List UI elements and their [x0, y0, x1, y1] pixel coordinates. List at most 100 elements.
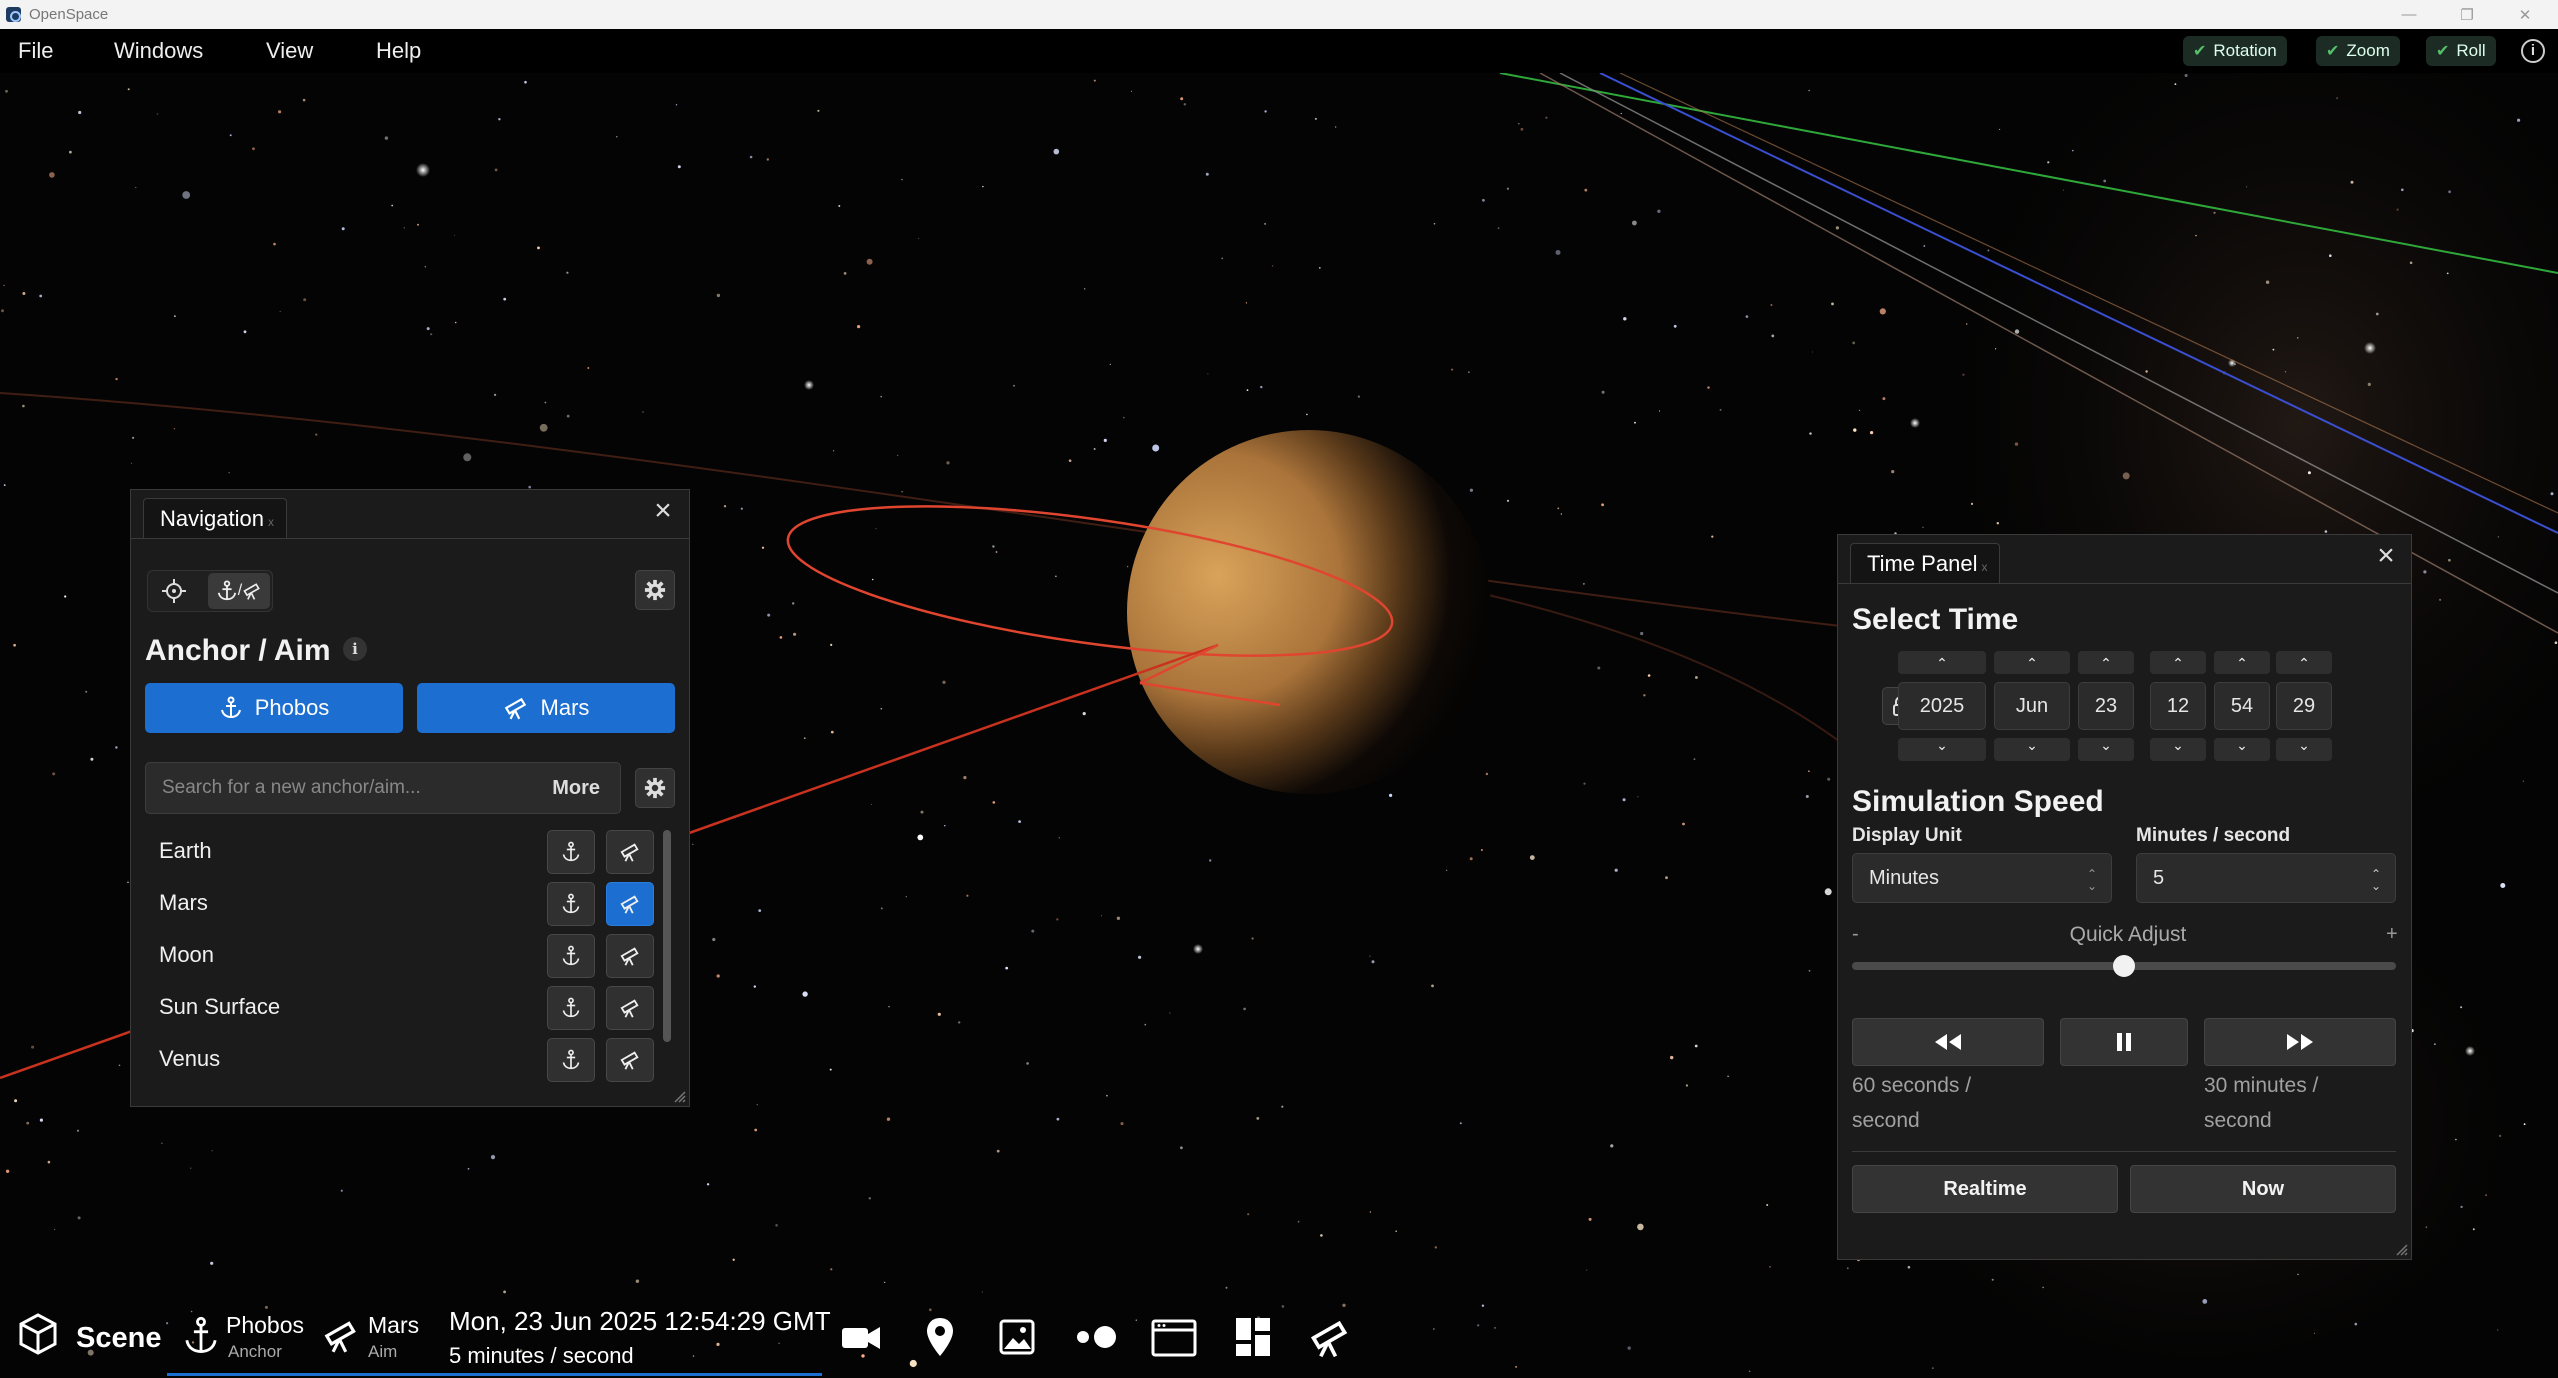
- node-row[interactable]: Mars: [145, 877, 654, 929]
- second-field[interactable]: 29: [2276, 682, 2332, 730]
- second-decrement-button[interactable]: ⌄: [2276, 738, 2332, 761]
- hour-field[interactable]: 12: [2150, 682, 2206, 730]
- rotation-toggle[interactable]: ✔ Rotation: [2183, 36, 2287, 66]
- stepper-arrows-icon[interactable]: ⌃ ⌄: [2371, 854, 2381, 892]
- node-row[interactable]: Venus: [145, 1033, 654, 1085]
- star: [642, 411, 644, 413]
- star: [1597, 666, 1601, 670]
- divider: [1852, 1151, 2396, 1152]
- navigation-settings-button[interactable]: [635, 570, 675, 610]
- aim-button[interactable]: Mars: [417, 683, 675, 733]
- window-button[interactable]: [1150, 1318, 1198, 1358]
- set-anchor-button[interactable]: [547, 882, 595, 926]
- year-increment-button[interactable]: ⌃: [1898, 651, 1986, 674]
- menu-file[interactable]: File: [18, 29, 53, 73]
- star: [946, 461, 950, 465]
- star: [22, 404, 25, 408]
- roll-toggle[interactable]: ✔ Roll: [2426, 36, 2496, 66]
- close-icon[interactable]: ×: [2370, 541, 2402, 573]
- node-row[interactable]: Sun Surface: [145, 981, 654, 1033]
- second-increment-button[interactable]: ⌃: [2276, 651, 2332, 674]
- search-input[interactable]: [146, 763, 516, 813]
- rate-input[interactable]: 5 ⌃ ⌄: [2136, 853, 2396, 903]
- minute-field[interactable]: 54: [2214, 682, 2270, 730]
- menu-view[interactable]: View: [266, 29, 313, 73]
- close-window-button[interactable]: ✕: [2496, 0, 2554, 29]
- node-list-scrollbar[interactable]: [663, 830, 671, 1042]
- minimize-button[interactable]: —: [2380, 0, 2438, 29]
- month-field[interactable]: Jun: [1994, 682, 2070, 730]
- aim-indicator[interactable]: [322, 1316, 360, 1356]
- close-icon[interactable]: ×: [647, 496, 679, 528]
- restore-button[interactable]: ❐: [2438, 0, 2496, 29]
- scene-button[interactable]: [18, 1312, 58, 1356]
- display-unit-select[interactable]: Minutes ⌃ ⌄: [1852, 853, 2112, 903]
- resize-grip-icon[interactable]: [673, 1090, 687, 1104]
- camera-button[interactable]: [840, 1320, 882, 1356]
- quick-adjust-thumb[interactable]: [2113, 955, 2135, 977]
- month-increment-button[interactable]: ⌃: [1994, 651, 2070, 674]
- tab-close-icon[interactable]: x: [268, 515, 274, 529]
- node-name: Earth: [159, 838, 212, 863]
- minute-increment-button[interactable]: ⌃: [2214, 651, 2270, 674]
- star: [2350, 180, 2354, 184]
- dashboard-button[interactable]: [1234, 1316, 1272, 1358]
- anchor-button[interactable]: Phobos: [145, 683, 403, 733]
- geo-location-button[interactable]: [924, 1316, 956, 1358]
- star: [723, 505, 727, 508]
- day-field[interactable]: 23: [2078, 682, 2134, 730]
- rewind-button[interactable]: [1852, 1018, 2044, 1066]
- day-increment-button[interactable]: ⌃: [2078, 651, 2134, 674]
- set-anchor-button[interactable]: [547, 830, 595, 874]
- zoom-toggle[interactable]: ✔ Zoom: [2316, 36, 2400, 66]
- hour-decrement-button[interactable]: ⌄: [2150, 738, 2206, 761]
- anchor-icon: [185, 1316, 217, 1354]
- now-button[interactable]: Now: [2130, 1165, 2396, 1213]
- star: [1520, 127, 1524, 131]
- telescope-icon: [504, 697, 526, 720]
- pause-button[interactable]: [2060, 1018, 2188, 1066]
- search-settings-button[interactable]: [635, 768, 675, 808]
- star: [1053, 148, 1060, 155]
- focus-mode-button[interactable]: [156, 573, 192, 609]
- speed-display[interactable]: 5 minutes / second: [449, 1343, 634, 1369]
- date-time-display[interactable]: Mon, 23 Jun 2025 12:54:29 GMT: [449, 1306, 831, 1337]
- quick-adjust-track[interactable]: [1852, 955, 2396, 977]
- set-aim-button[interactable]: [606, 830, 654, 874]
- info-icon[interactable]: i: [343, 637, 367, 661]
- set-aim-button[interactable]: [606, 882, 654, 926]
- tab-time-panel[interactable]: Time Panel x: [1850, 543, 2001, 583]
- star: [1314, 117, 1317, 120]
- set-aim-button[interactable]: [606, 1038, 654, 1082]
- resize-grip-icon[interactable]: [2395, 1243, 2409, 1257]
- info-icon[interactable]: i: [2521, 39, 2545, 63]
- anchor-button-label: Phobos: [254, 695, 330, 720]
- more-button[interactable]: More: [552, 763, 600, 813]
- screen-space-renderable-button[interactable]: [998, 1318, 1036, 1356]
- anchor-indicator[interactable]: [184, 1316, 218, 1356]
- node-row[interactable]: Moon: [145, 929, 654, 981]
- fast-forward-button[interactable]: [2204, 1018, 2396, 1066]
- minute-decrement-button[interactable]: ⌄: [2214, 738, 2270, 761]
- scene-label[interactable]: Scene: [76, 1322, 161, 1355]
- tab-navigation[interactable]: Navigation x: [143, 498, 287, 538]
- node-row[interactable]: Earth: [145, 825, 654, 877]
- hour-increment-button[interactable]: ⌃: [2150, 651, 2206, 674]
- focus-nodes-button[interactable]: [1073, 1324, 1119, 1350]
- year-decrement-button[interactable]: ⌄: [1898, 738, 1986, 761]
- tab-close-icon[interactable]: x: [1981, 560, 1987, 574]
- year-field[interactable]: 2025: [1898, 682, 1986, 730]
- set-aim-button[interactable]: [606, 986, 654, 1030]
- anchor-aim-mode-button[interactable]: /: [208, 573, 270, 609]
- set-aim-button[interactable]: [606, 934, 654, 978]
- set-anchor-button[interactable]: [547, 934, 595, 978]
- menu-help[interactable]: Help: [376, 29, 421, 73]
- menu-windows[interactable]: Windows: [114, 29, 203, 73]
- set-anchor-button[interactable]: [547, 1038, 595, 1082]
- month-decrement-button[interactable]: ⌄: [1994, 738, 2070, 761]
- quick-adjust-minus: -: [1852, 923, 1859, 945]
- set-anchor-button[interactable]: [547, 986, 595, 1030]
- day-decrement-button[interactable]: ⌄: [2078, 738, 2134, 761]
- exoplanets-button[interactable]: [1308, 1316, 1352, 1360]
- realtime-button[interactable]: Realtime: [1852, 1165, 2118, 1213]
